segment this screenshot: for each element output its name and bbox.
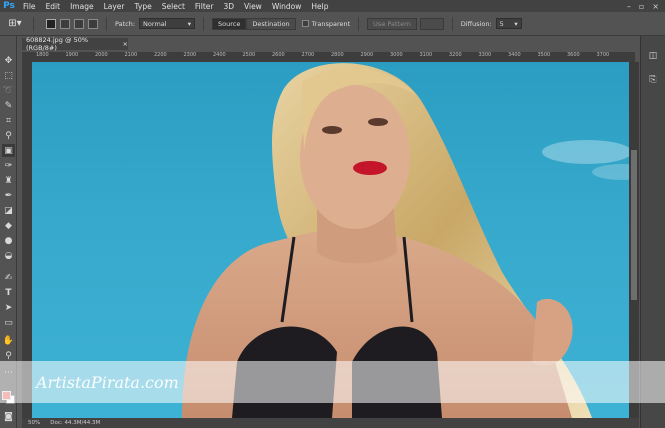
menu-edit[interactable]: Edit — [41, 2, 66, 11]
separator — [33, 16, 34, 31]
pen-icon[interactable]: ✍ — [2, 271, 15, 284]
ruler-tick: 3500 — [537, 52, 551, 58]
ruler-tick: 3000 — [390, 52, 403, 58]
ruler-tick: 1800 — [36, 52, 49, 58]
menu-bar: Ps File Edit Image Layer Type Select Fil… — [0, 0, 665, 12]
ruler-tick: 2100 — [124, 52, 138, 58]
marquee-icon[interactable]: ⬚ — [2, 69, 15, 82]
ruler-tick: 2500 — [242, 52, 256, 58]
ruler-tick: 2000 — [95, 52, 108, 58]
separator — [358, 16, 360, 31]
use-pattern-button[interactable]: Use Pattern — [367, 17, 417, 30]
separator — [106, 16, 107, 31]
eraser-icon[interactable]: ◪ — [2, 204, 15, 217]
photoshop-window: Ps File Edit Image Layer Type Select Fil… — [0, 0, 665, 428]
pattern-picker[interactable] — [419, 17, 444, 30]
menu-filter[interactable]: Filter — [190, 2, 219, 11]
ruler-tick: 1900 — [65, 52, 79, 58]
separator — [203, 16, 205, 31]
ruler-tick: 3100 — [419, 52, 433, 58]
subtract-selection-icon[interactable] — [74, 18, 84, 29]
ruler-tick: 2800 — [331, 52, 344, 58]
menu-image[interactable]: Image — [65, 2, 99, 11]
patch-tool-preset-icon[interactable]: ⊞▾ — [5, 16, 25, 32]
crop-icon[interactable]: ⌗ — [2, 114, 15, 127]
document-title: 608824.jpg @ 50% (RGB/8#) — [26, 36, 89, 52]
ruler-tick: 2700 — [301, 52, 315, 58]
source-button[interactable]: Source — [212, 17, 247, 30]
ruler-tick: 2200 — [154, 52, 167, 58]
quick-select-icon[interactable]: ✎ — [2, 99, 15, 112]
ruler-tick: 3200 — [449, 52, 462, 58]
path-select-icon[interactable]: ➤ — [2, 301, 15, 314]
horizontal-ruler: 1800 1900 2000 2100 2200 2300 2400 2500 2600 2700… — [22, 52, 635, 62]
minimize-button[interactable]: – — [627, 2, 631, 11]
transparent-checkbox[interactable] — [301, 20, 309, 27]
type-icon[interactable]: T — [2, 286, 15, 299]
ruler-tick: 3600 — [567, 52, 580, 58]
quick-mask-icon[interactable]: ◙ — [2, 410, 15, 423]
patch-mode-select[interactable]: Normal ▾ — [139, 18, 196, 29]
zoom-level[interactable]: 50% — [28, 420, 40, 426]
transparent-label: Transparent — [311, 19, 351, 28]
history-panel-icon[interactable]: ◫ — [647, 50, 659, 62]
chevron-down-icon: ▾ — [514, 19, 518, 28]
menu-layer[interactable]: Layer — [99, 2, 130, 11]
history-brush-icon[interactable]: ✒ — [2, 189, 15, 202]
diffusion-value: 5 — [499, 19, 504, 28]
patch-mode-value: Normal — [143, 19, 167, 28]
menu-help[interactable]: Help — [306, 2, 333, 11]
gradient-icon[interactable]: ◆ — [2, 219, 15, 232]
app-logo: Ps — [3, 1, 15, 11]
ruler-tick: 3400 — [508, 52, 521, 58]
menu-view[interactable]: View — [239, 2, 267, 11]
add-selection-icon[interactable] — [60, 18, 70, 29]
menu-select[interactable]: Select — [157, 2, 190, 11]
ruler-tick: 2900 — [360, 52, 374, 58]
ruler-tick: 2400 — [213, 52, 226, 58]
intersect-selection-icon[interactable] — [88, 18, 98, 29]
chevron-down-icon: ▾ — [187, 19, 192, 28]
ruler-tick: 3700 — [596, 52, 610, 58]
destination-button[interactable]: Destination — [246, 17, 296, 30]
status-bar: 50% Doc: 44.3M/44.3M — [22, 418, 639, 428]
document-tab[interactable]: 608824.jpg @ 50% (RGB/8#) × — [22, 36, 128, 52]
window-controls: – ▫ × — [627, 2, 665, 11]
separator — [451, 16, 453, 31]
hand-icon[interactable]: ✋ — [2, 334, 15, 347]
menu-3d[interactable]: 3D — [218, 2, 239, 11]
patch-icon[interactable]: ▣ — [2, 144, 15, 157]
watermark-text: ArtistaPirata.com — [36, 372, 179, 392]
patch-label: Patch: — [115, 19, 136, 28]
ruler-tick: 2300 — [183, 52, 197, 58]
scrollbar-thumb[interactable] — [631, 150, 637, 300]
eyedropper-icon[interactable]: ⚲ — [2, 129, 15, 142]
diffusion-label: Diffusion: — [460, 19, 492, 28]
diffusion-select[interactable]: 5 ▾ — [495, 18, 522, 29]
properties-panel-icon[interactable]: ⎘ — [647, 74, 659, 86]
watermark-band: ArtistaPirata.com — [0, 361, 665, 403]
brush-icon[interactable]: ✑ — [2, 159, 15, 172]
document-size-info: Doc: 44.3M/44.3M — [50, 420, 101, 426]
stamp-icon[interactable]: ♜ — [2, 174, 15, 187]
ruler-tick: 3300 — [478, 52, 492, 58]
maximize-button[interactable]: ▫ — [639, 2, 644, 11]
menu-window[interactable]: Window — [267, 2, 307, 11]
close-button[interactable]: × — [652, 2, 659, 11]
new-selection-icon[interactable] — [46, 18, 56, 29]
ruler-tick: 2600 — [272, 52, 285, 58]
menu-file[interactable]: File — [18, 2, 41, 11]
move-icon[interactable]: ✥ — [2, 54, 15, 67]
lasso-icon[interactable]: ➰ — [2, 84, 15, 97]
blur-icon[interactable]: ● — [2, 234, 15, 247]
dodge-icon[interactable]: ◒ — [2, 249, 15, 262]
menu-type[interactable]: Type — [130, 2, 157, 11]
options-bar: ⊞▾ Patch: Normal ▾ Source Destination Tr… — [0, 12, 665, 36]
close-tab-icon[interactable]: × — [123, 40, 128, 48]
rectangle-icon[interactable]: ▭ — [2, 316, 15, 329]
